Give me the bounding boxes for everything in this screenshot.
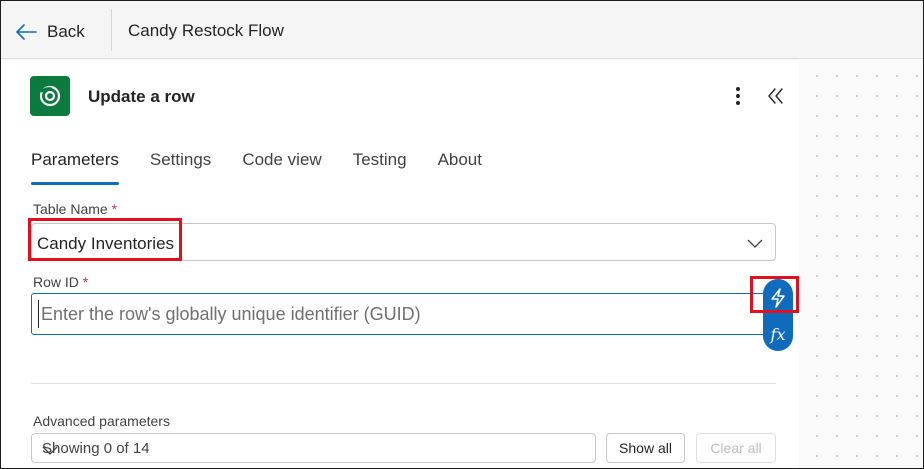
top-bar: Back Candy Restock Flow <box>1 1 923 59</box>
row-id-field <box>31 293 776 335</box>
row-id-label: Row ID * <box>33 274 89 290</box>
row-id-input[interactable] <box>38 300 758 328</box>
table-name-dropdown[interactable]: Candy Inventories <box>31 223 776 261</box>
tab-about[interactable]: About <box>438 150 482 184</box>
clear-all-button[interactable]: Clear all <box>696 433 776 463</box>
expression-button[interactable]: fx <box>763 319 793 349</box>
more-options-button[interactable] <box>728 82 748 110</box>
chevron-down-icon <box>42 443 583 460</box>
tab-settings[interactable]: Settings <box>150 150 211 184</box>
token-picker-buttons: fx <box>763 279 793 351</box>
required-marker: * <box>111 201 118 217</box>
show-all-button[interactable]: Show all <box>606 433 685 463</box>
required-marker: * <box>82 274 89 290</box>
collapse-panel-button[interactable] <box>763 84 787 108</box>
tab-list: Parameters Settings Code view Testing Ab… <box>31 150 513 190</box>
action-details-panel: Update a row Parameters Settings Code vi… <box>1 60 799 468</box>
double-chevron-left-icon <box>768 88 783 104</box>
tab-testing[interactable]: Testing <box>353 150 407 184</box>
action-title: Update a row <box>88 87 195 106</box>
dynamic-content-button[interactable] <box>763 283 793 313</box>
flow-title: Candy Restock Flow <box>128 21 284 40</box>
table-name-label: Table Name * <box>33 201 118 217</box>
advanced-parameters-label: Advanced parameters <box>33 413 170 429</box>
tab-parameters[interactable]: Parameters <box>31 150 119 185</box>
advanced-parameters-dropdown[interactable]: Showing 0 of 14 <box>31 433 596 463</box>
tab-code-view[interactable]: Code view <box>242 150 321 184</box>
back-button[interactable]: Back <box>15 19 85 45</box>
fx-icon: fx <box>770 324 786 344</box>
designer-canvas[interactable] <box>799 60 923 468</box>
chevron-down-icon <box>747 236 763 254</box>
lightning-icon <box>771 288 785 308</box>
more-dots-icon <box>736 87 740 91</box>
app-window: Back Candy Restock Flow Update a row Par… <box>0 0 924 469</box>
table-name-value: Candy Inventories <box>37 234 175 253</box>
header-divider <box>111 9 112 51</box>
dataverse-icon <box>30 76 70 116</box>
arrow-left-icon <box>15 24 37 40</box>
section-divider <box>31 383 776 384</box>
back-label: Back <box>47 22 85 41</box>
